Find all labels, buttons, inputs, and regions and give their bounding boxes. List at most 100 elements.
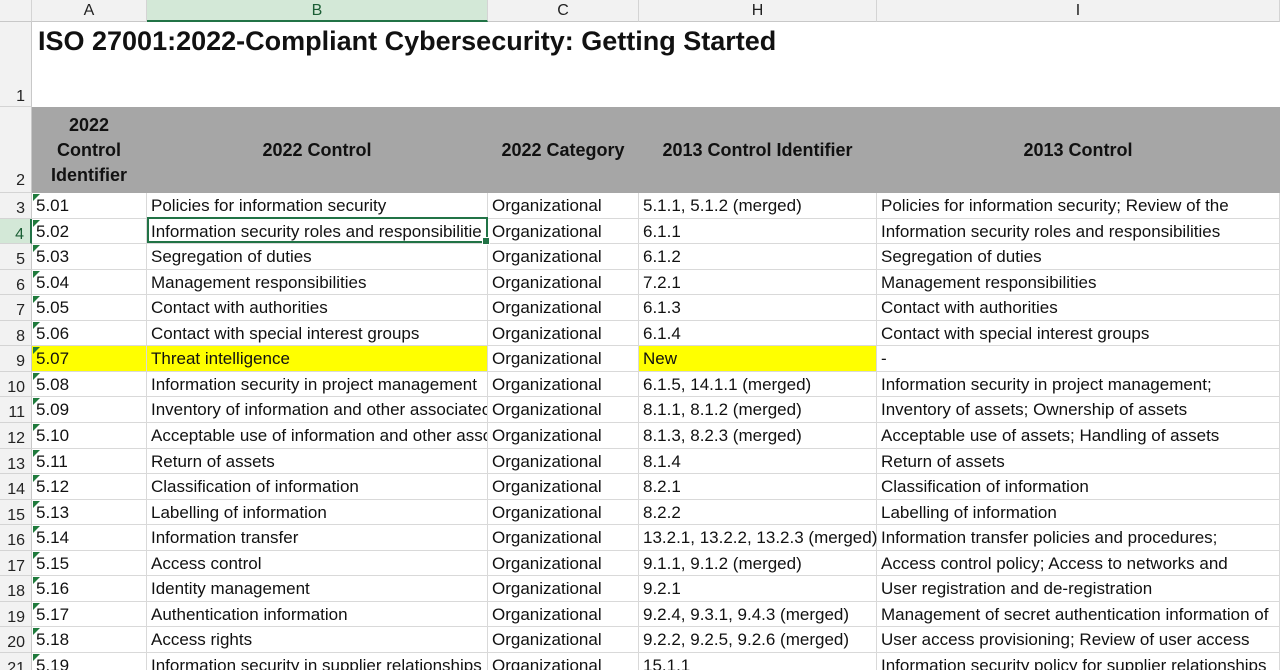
cell-2022-category[interactable]: Organizational bbox=[488, 193, 639, 219]
cell-2022-id[interactable]: 5.03 bbox=[32, 244, 147, 270]
cell-2013-control[interactable]: Contact with authorities bbox=[877, 295, 1280, 321]
cell-2013-control[interactable]: Information security policy for supplier… bbox=[877, 653, 1280, 670]
cell-2022-category[interactable]: Organizational bbox=[488, 602, 639, 627]
cell-2022-id[interactable]: 5.08 bbox=[32, 372, 147, 397]
cell-2022-category[interactable]: Organizational bbox=[488, 372, 639, 397]
cell-2022-control[interactable]: Information security in project manageme… bbox=[147, 372, 488, 397]
cell-2022-control[interactable]: Information security in supplier relatio… bbox=[147, 653, 488, 670]
row-header-11[interactable]: 11 bbox=[0, 397, 32, 423]
cell-2013-control[interactable]: Management responsibilities bbox=[877, 270, 1280, 295]
cell-2022-control[interactable]: Segregation of duties bbox=[147, 244, 488, 270]
cell-2022-control[interactable]: Authentication information bbox=[147, 602, 488, 627]
cell-2013-id[interactable]: 9.2.4, 9.3.1, 9.4.3 (merged) bbox=[639, 602, 877, 627]
cell-2022-control[interactable]: Contact with authorities bbox=[147, 295, 488, 321]
cell-2022-id[interactable]: 5.19 bbox=[32, 653, 147, 670]
cell-2022-control[interactable]: Access control bbox=[147, 551, 488, 576]
cell-2022-control[interactable]: Return of assets bbox=[147, 449, 488, 474]
row-header-13[interactable]: 13 bbox=[0, 449, 32, 474]
row-header-2[interactable]: 2 bbox=[0, 107, 32, 193]
cell-2013-id[interactable]: 5.1.1, 5.1.2 (merged) bbox=[639, 193, 877, 219]
cell-2022-control[interactable]: Access rights bbox=[147, 627, 488, 653]
header-2022-control-identifier[interactable]: 2022 Control Identifier bbox=[32, 107, 147, 193]
cell-2013-id[interactable]: 13.2.1, 13.2.2, 13.2.3 (merged) bbox=[639, 525, 877, 551]
row-header-9[interactable]: 9 bbox=[0, 346, 32, 372]
cell-2013-id[interactable]: 8.2.2 bbox=[639, 500, 877, 525]
spreadsheet-grid[interactable]: A B C H I 1 ISO 27001:2022-Compliant Cyb… bbox=[0, 0, 1280, 670]
cell-2022-category[interactable]: Organizational bbox=[488, 270, 639, 295]
cell-2022-id[interactable]: 5.11 bbox=[32, 449, 147, 474]
cell-2022-category[interactable]: Organizational bbox=[488, 474, 639, 500]
cell-2022-category[interactable]: Organizational bbox=[488, 219, 639, 244]
cell-2013-id[interactable]: 8.1.3, 8.2.3 (merged) bbox=[639, 423, 877, 449]
cell-2013-control[interactable]: Information security roles and responsib… bbox=[877, 219, 1280, 244]
cell-2013-control[interactable]: Information transfer policies and proced… bbox=[877, 525, 1280, 551]
column-header-i[interactable]: I bbox=[877, 0, 1280, 22]
row-header-17[interactable]: 17 bbox=[0, 551, 32, 576]
cell-2022-id[interactable]: 5.10 bbox=[32, 423, 147, 449]
cell-2022-category[interactable]: Organizational bbox=[488, 551, 639, 576]
row-header-15[interactable]: 15 bbox=[0, 500, 32, 525]
cell-2022-control[interactable]: Management responsibilities bbox=[147, 270, 488, 295]
cell-2022-id[interactable]: 5.18 bbox=[32, 627, 147, 653]
row-header-14[interactable]: 14 bbox=[0, 474, 32, 500]
cell-2013-id[interactable]: New bbox=[639, 346, 877, 372]
cell-2013-id[interactable]: 8.1.1, 8.1.2 (merged) bbox=[639, 397, 877, 423]
cell-2022-id[interactable]: 5.13 bbox=[32, 500, 147, 525]
cell-2013-id[interactable]: 8.1.4 bbox=[639, 449, 877, 474]
row-header-20[interactable]: 20 bbox=[0, 627, 32, 653]
cell-2022-category[interactable]: Organizational bbox=[488, 295, 639, 321]
row-header-16[interactable]: 16 bbox=[0, 525, 32, 551]
cell-2013-id[interactable]: 15.1.1 bbox=[639, 653, 877, 670]
cell-2022-category[interactable]: Organizational bbox=[488, 244, 639, 270]
cell-2022-id[interactable]: 5.14 bbox=[32, 525, 147, 551]
cell-2022-control[interactable]: Classification of information bbox=[147, 474, 488, 500]
cell-2022-control[interactable]: Labelling of information bbox=[147, 500, 488, 525]
cell-2013-control[interactable]: Return of assets bbox=[877, 449, 1280, 474]
cell-2013-id[interactable]: 7.2.1 bbox=[639, 270, 877, 295]
cell-2013-id[interactable]: 6.1.3 bbox=[639, 295, 877, 321]
cell-2022-id[interactable]: 5.02 bbox=[32, 219, 147, 244]
cell-2013-control[interactable]: Information security in project manageme… bbox=[877, 372, 1280, 397]
cell-2022-control[interactable]: Contact with special interest groups bbox=[147, 321, 488, 346]
cell-2013-control[interactable]: User access provisioning; Review of user… bbox=[877, 627, 1280, 653]
row-header-8[interactable]: 8 bbox=[0, 321, 32, 346]
row-header-7[interactable]: 7 bbox=[0, 295, 32, 321]
cell-2013-control[interactable]: Management of secret authentication info… bbox=[877, 602, 1280, 627]
cell-2013-control[interactable]: - bbox=[877, 346, 1280, 372]
cell-2013-control[interactable]: Segregation of duties bbox=[877, 244, 1280, 270]
cell-2022-category[interactable]: Organizational bbox=[488, 576, 639, 602]
cell-2013-id[interactable]: 6.1.4 bbox=[639, 321, 877, 346]
header-2013-control[interactable]: 2013 Control bbox=[877, 107, 1280, 193]
cell-2013-id[interactable]: 9.2.1 bbox=[639, 576, 877, 602]
cell-2022-id[interactable]: 5.06 bbox=[32, 321, 147, 346]
cell-2013-control[interactable]: Policies for information security; Revie… bbox=[877, 193, 1280, 219]
cell-2013-control[interactable]: User registration and de-registration bbox=[877, 576, 1280, 602]
cell-2022-id[interactable]: 5.17 bbox=[32, 602, 147, 627]
cell-2022-control[interactable]: Acceptable use of information and other … bbox=[147, 423, 488, 449]
cell-2022-category[interactable]: Organizational bbox=[488, 627, 639, 653]
cell-2022-id[interactable]: 5.05 bbox=[32, 295, 147, 321]
cell-2022-control[interactable]: Threat intelligence bbox=[147, 346, 488, 372]
cell-2013-control[interactable]: Acceptable use of assets; Handling of as… bbox=[877, 423, 1280, 449]
cell-2022-category[interactable]: Organizational bbox=[488, 449, 639, 474]
cell-2022-category[interactable]: Organizational bbox=[488, 423, 639, 449]
row-header-1[interactable]: 1 bbox=[0, 22, 32, 107]
cell-2022-control[interactable]: Information security roles and responsib… bbox=[147, 219, 488, 244]
cell-2022-category[interactable]: Organizational bbox=[488, 500, 639, 525]
cell-2022-id[interactable]: 5.15 bbox=[32, 551, 147, 576]
select-all-corner[interactable] bbox=[0, 0, 32, 22]
header-2022-category[interactable]: 2022 Category bbox=[488, 107, 639, 193]
column-header-b[interactable]: B bbox=[147, 0, 488, 22]
cell-2013-control[interactable]: Contact with special interest groups bbox=[877, 321, 1280, 346]
cell-2022-category[interactable]: Organizational bbox=[488, 397, 639, 423]
cell-2022-id[interactable]: 5.16 bbox=[32, 576, 147, 602]
cell-2022-category[interactable]: Organizational bbox=[488, 321, 639, 346]
cell-2022-id[interactable]: 5.07 bbox=[32, 346, 147, 372]
cell-2022-id[interactable]: 5.09 bbox=[32, 397, 147, 423]
cell-2022-id[interactable]: 5.01 bbox=[32, 193, 147, 219]
cell-2022-id[interactable]: 5.12 bbox=[32, 474, 147, 500]
cell-2013-id[interactable]: 6.1.5, 14.1.1 (merged) bbox=[639, 372, 877, 397]
cell-2022-control[interactable]: Policies for information security bbox=[147, 193, 488, 219]
cell-2013-id[interactable]: 8.2.1 bbox=[639, 474, 877, 500]
cell-2013-control[interactable]: Labelling of information bbox=[877, 500, 1280, 525]
